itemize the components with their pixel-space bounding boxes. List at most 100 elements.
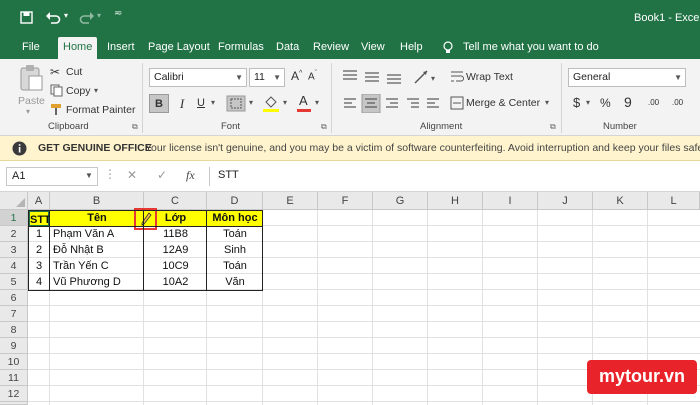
redo-icon[interactable]: [79, 10, 95, 24]
copy-dropdown-icon[interactable]: ▾: [94, 86, 98, 95]
column-header-a[interactable]: A: [28, 192, 50, 210]
column-header-k[interactable]: K: [593, 192, 648, 210]
column-header-d[interactable]: D: [207, 192, 263, 210]
row-header-12[interactable]: 12: [0, 386, 28, 402]
font-name-box[interactable]: Calibri ▼: [149, 68, 247, 87]
cell-a2[interactable]: 1: [28, 226, 50, 242]
currency-dropdown-icon[interactable]: ▾: [586, 98, 590, 107]
tab-insert[interactable]: Insert: [107, 37, 135, 59]
column-header-f[interactable]: F: [318, 192, 373, 210]
cell-c4[interactable]: 10C9: [144, 258, 207, 274]
tab-formulas[interactable]: Formulas: [218, 37, 264, 59]
tab-page-layout[interactable]: Page Layout: [148, 37, 210, 59]
alignment-launcher-icon[interactable]: ⧉: [550, 122, 556, 132]
merge-dropdown-icon[interactable]: ▾: [545, 98, 549, 107]
font-launcher-icon[interactable]: ⧉: [321, 122, 327, 132]
tab-file[interactable]: File: [22, 37, 40, 59]
row-header-9[interactable]: 9: [0, 338, 28, 354]
cell-d2[interactable]: Toán: [207, 226, 263, 242]
copy-button[interactable]: Copy: [66, 85, 91, 97]
cell-c2[interactable]: 11B8: [144, 226, 207, 242]
row-header-4[interactable]: 4: [0, 258, 28, 274]
column-header-g[interactable]: G: [373, 192, 428, 210]
bold-button[interactable]: B: [149, 94, 169, 113]
cell-d3[interactable]: Sinh: [207, 242, 263, 258]
name-box[interactable]: A1 ▼: [6, 167, 98, 186]
cancel-entry-icon[interactable]: ✕: [127, 168, 137, 182]
row-header-7[interactable]: 7: [0, 306, 28, 322]
percent-button[interactable]: %: [600, 96, 611, 110]
tab-review[interactable]: Review: [313, 37, 349, 59]
row-header-5[interactable]: 5: [0, 274, 28, 290]
tell-me-search[interactable]: Tell me what you want to do: [463, 37, 599, 59]
select-all-button[interactable]: [0, 192, 28, 210]
cell-a4[interactable]: 3: [28, 258, 50, 274]
format-painter-button[interactable]: Format Painter: [66, 104, 135, 116]
row-header-11[interactable]: 11: [0, 370, 28, 386]
merge-center-icon[interactable]: [450, 96, 464, 110]
column-header-h[interactable]: H: [428, 192, 483, 210]
comma-button[interactable]: 9: [624, 94, 632, 110]
cell-a5[interactable]: 4: [28, 274, 50, 290]
orientation-icon[interactable]: ▾: [411, 68, 441, 86]
formula-input[interactable]: STT: [209, 167, 700, 186]
wrap-text-button[interactable]: Wrap Text: [466, 71, 513, 83]
tab-view[interactable]: View: [361, 37, 385, 59]
cell-a1[interactable]: STT: [28, 210, 51, 227]
format-painter-icon[interactable]: [50, 103, 63, 116]
row-header-1[interactable]: 1: [0, 210, 28, 226]
cell-b1[interactable]: Tên: [50, 210, 144, 227]
column-header-b[interactable]: B: [50, 192, 144, 210]
column-header-i[interactable]: I: [483, 192, 538, 210]
number-format-box[interactable]: General ▼: [568, 68, 686, 87]
paste-label[interactable]: Paste: [18, 95, 45, 107]
paste-icon[interactable]: [18, 64, 44, 92]
tab-data[interactable]: Data: [276, 37, 299, 59]
decrease-decimal-button[interactable]: .00: [672, 98, 683, 107]
cell-c3[interactable]: 12A9: [144, 242, 207, 258]
insert-function-icon[interactable]: fx: [186, 168, 195, 183]
copy-icon[interactable]: [50, 84, 63, 97]
row-header-10[interactable]: 10: [0, 354, 28, 370]
enter-entry-icon[interactable]: ✓: [157, 168, 167, 182]
row-header-2[interactable]: 2: [0, 226, 28, 242]
underline-dropdown-icon[interactable]: ▾: [211, 98, 215, 107]
scissors-icon[interactable]: ✂: [50, 65, 60, 79]
cell-b2[interactable]: Phạm Văn A: [53, 226, 143, 242]
row-header-6[interactable]: 6: [0, 290, 28, 306]
font-color-button[interactable]: A: [296, 92, 312, 114]
undo-dropdown-icon[interactable]: ▾: [64, 11, 68, 20]
save-icon[interactable]: [20, 11, 33, 24]
column-header-l[interactable]: L: [648, 192, 700, 210]
underline-button[interactable]: U: [191, 94, 211, 113]
tab-help[interactable]: Help: [400, 37, 423, 59]
cell-a3[interactable]: 2: [28, 242, 50, 258]
fill-color-icon[interactable]: [262, 94, 280, 113]
currency-button[interactable]: $: [573, 95, 580, 110]
font-size-box[interactable]: 11 ▼: [249, 68, 285, 87]
cell-b5[interactable]: Vũ Phương D: [53, 274, 143, 290]
row-header-8[interactable]: 8: [0, 322, 28, 338]
tab-home[interactable]: Home: [58, 37, 98, 59]
cell-b3[interactable]: Đỗ Nhật B: [53, 242, 143, 258]
column-header-j[interactable]: J: [538, 192, 593, 210]
fill-color-dropdown-icon[interactable]: ▾: [283, 98, 287, 107]
borders-icon[interactable]: [226, 95, 246, 112]
merge-center-button[interactable]: Merge & Center: [466, 97, 540, 109]
clipboard-launcher-icon[interactable]: ⧉: [132, 122, 138, 132]
row-header-3[interactable]: 3: [0, 242, 28, 258]
redo-dropdown-icon[interactable]: ▾: [97, 11, 101, 20]
italic-button[interactable]: I: [172, 94, 192, 113]
cell-d1[interactable]: Môn học: [207, 210, 263, 227]
increase-decimal-button[interactable]: .00: [648, 98, 659, 107]
font-color-dropdown-icon[interactable]: ▾: [315, 98, 319, 107]
cut-button[interactable]: Cut: [66, 66, 82, 78]
customize-qat-icon[interactable]: ≂: [114, 8, 122, 19]
cell-d4[interactable]: Toán: [207, 258, 263, 274]
column-header-e[interactable]: E: [263, 192, 318, 210]
undo-icon[interactable]: [45, 10, 61, 24]
wrap-text-icon[interactable]: [450, 70, 464, 84]
cell-d5[interactable]: Văn: [207, 274, 263, 290]
worksheet-grid[interactable]: A B C D E F G H I J K L 1 2 3 4 5 6 7 8 …: [0, 192, 700, 405]
decrease-font-icon[interactable]: Aˇ: [308, 70, 317, 82]
